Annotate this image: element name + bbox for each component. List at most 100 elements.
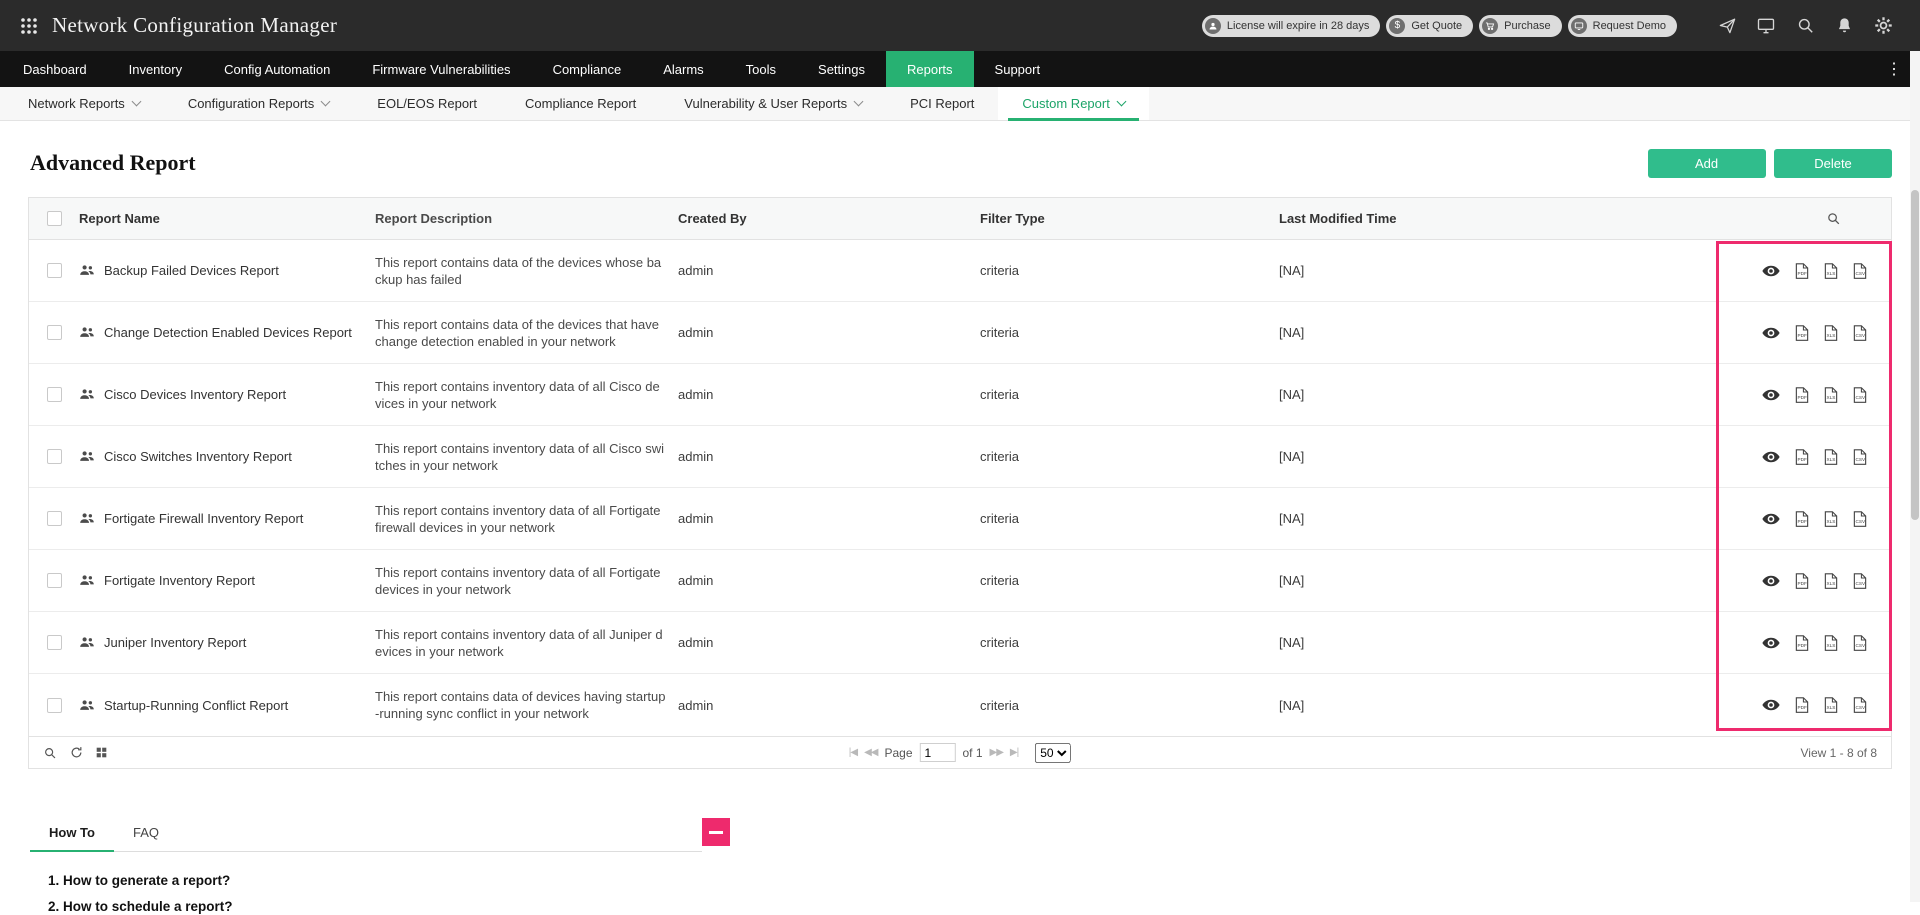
search-icon[interactable] <box>1794 15 1816 37</box>
export-pdf-icon[interactable]: PDF <box>1795 448 1809 465</box>
export-csv-icon[interactable]: CSV <box>1853 386 1867 403</box>
view-report-icon[interactable] <box>1762 327 1780 339</box>
row-checkbox[interactable] <box>46 573 62 588</box>
view-report-icon[interactable] <box>1762 265 1780 277</box>
previous-page-icon[interactable]: ◀◀ <box>864 747 878 758</box>
subnav-compliance-report[interactable]: Compliance Report <box>501 87 660 120</box>
add-button[interactable]: Add <box>1647 148 1766 178</box>
subnav-eol-eos-report[interactable]: EOL/EOS Report <box>353 87 501 120</box>
report-group-icon <box>79 636 95 649</box>
next-page-icon[interactable]: ▶▶ <box>990 747 1004 758</box>
export-xls-icon[interactable]: XLS <box>1824 572 1838 589</box>
tab-faq[interactable]: FAQ <box>114 815 178 851</box>
export-pdf-icon[interactable]: PDF <box>1795 324 1809 341</box>
view-report-icon[interactable] <box>1762 699 1780 711</box>
export-csv-icon[interactable]: CSV <box>1853 697 1867 713</box>
grid-view-icon[interactable] <box>96 747 107 758</box>
row-checkbox[interactable] <box>46 325 62 340</box>
first-page-icon[interactable]: |◀ <box>849 747 858 758</box>
license-expiry-badge[interactable]: License will expire in 28 days <box>1201 14 1381 37</box>
notifications-bell-icon[interactable] <box>1833 15 1855 37</box>
export-pdf-icon[interactable]: PDF <box>1795 697 1809 713</box>
filter-type: criteria <box>980 635 1020 650</box>
get-quote-badge[interactable]: $ Get Quote <box>1386 14 1474 37</box>
report-name-link[interactable]: Cisco Devices Inventory Report <box>104 387 286 402</box>
export-csv-icon[interactable]: CSV <box>1853 324 1867 341</box>
request-demo-badge[interactable]: Request Demo <box>1567 14 1677 37</box>
export-xls-icon[interactable]: XLS <box>1824 448 1838 465</box>
row-checkbox[interactable] <box>46 263 62 278</box>
row-checkbox[interactable] <box>46 387 62 402</box>
vertical-scrollbar[interactable] <box>1910 51 1920 902</box>
refresh-icon[interactable] <box>70 746 83 759</box>
nav-inventory[interactable]: Inventory <box>108 51 203 87</box>
scrollbar-thumb[interactable] <box>1911 190 1919 520</box>
export-csv-icon[interactable]: CSV <box>1853 572 1867 589</box>
export-csv-icon[interactable]: CSV <box>1853 634 1867 651</box>
nav-reports[interactable]: Reports <box>886 51 974 87</box>
export-xls-icon[interactable]: XLS <box>1824 386 1838 403</box>
nav-firmware-vulnerabilities[interactable]: Firmware Vulnerabilities <box>351 51 531 87</box>
view-report-icon[interactable] <box>1762 389 1780 401</box>
footer-search-icon[interactable] <box>43 746 57 760</box>
last-page-icon[interactable]: ▶| <box>1010 747 1019 758</box>
row-checkbox[interactable] <box>46 635 62 650</box>
export-pdf-icon[interactable]: PDF <box>1795 634 1809 651</box>
export-pdf-icon[interactable]: PDF <box>1795 572 1809 589</box>
view-report-icon[interactable] <box>1762 575 1780 587</box>
report-name-link[interactable]: Cisco Switches Inventory Report <box>104 449 292 464</box>
nav-alarms[interactable]: Alarms <box>642 51 724 87</box>
export-xls-icon[interactable]: XLS <box>1824 697 1838 713</box>
report-name-link[interactable]: Change Detection Enabled Devices Report <box>104 325 352 340</box>
purchase-badge[interactable]: Purchase <box>1479 14 1562 37</box>
nav-compliance[interactable]: Compliance <box>532 51 643 87</box>
subnav-network-reports[interactable]: Network Reports <box>4 87 164 120</box>
nav-settings[interactable]: Settings <box>797 51 886 87</box>
view-report-icon[interactable] <box>1762 513 1780 525</box>
report-name-link[interactable]: Juniper Inventory Report <box>104 635 246 650</box>
whats-new-icon[interactable] <box>1716 15 1738 37</box>
nav-dashboard[interactable]: Dashboard <box>2 51 108 87</box>
settings-gear-icon[interactable] <box>1872 15 1894 37</box>
tab-how-to[interactable]: How To <box>30 815 114 852</box>
subnav-custom-report[interactable]: Custom Report <box>998 87 1149 121</box>
export-xls-icon[interactable]: XLS <box>1824 262 1838 279</box>
subnav-configuration-reports[interactable]: Configuration Reports <box>164 87 353 120</box>
row-checkbox[interactable] <box>46 697 62 713</box>
how-to-item[interactable]: 2. How to schedule a report? <box>48 898 1920 915</box>
delete-button[interactable]: Delete <box>1774 148 1892 178</box>
report-name-link[interactable]: Startup-Running Conflict Report <box>104 698 288 713</box>
collapse-help-button[interactable] <box>702 818 730 846</box>
export-csv-icon[interactable]: CSV <box>1853 448 1867 465</box>
subnav-pci-report[interactable]: PCI Report <box>886 87 998 120</box>
nav-config-automation[interactable]: Config Automation <box>203 51 351 87</box>
export-pdf-icon[interactable]: PDF <box>1795 262 1809 279</box>
row-checkbox[interactable] <box>46 449 62 464</box>
export-pdf-icon[interactable]: PDF <box>1795 510 1809 527</box>
report-name-link[interactable]: Fortigate Inventory Report <box>104 573 255 588</box>
report-group-icon <box>79 512 95 525</box>
report-name-link[interactable]: Backup Failed Devices Report <box>104 263 279 278</box>
view-report-icon[interactable] <box>1762 637 1780 649</box>
table-row: Startup-Running Conflict Report This rep… <box>29 674 1891 736</box>
report-name-link[interactable]: Fortigate Firewall Inventory Report <box>104 511 303 526</box>
export-pdf-icon[interactable]: PDF <box>1795 386 1809 403</box>
table-search-icon[interactable] <box>1826 211 1841 226</box>
subnav-vulnerability-user-reports[interactable]: Vulnerability & User Reports <box>660 87 886 120</box>
export-xls-icon[interactable]: XLS <box>1824 324 1838 341</box>
svg-text:PDF: PDF <box>1797 581 1807 586</box>
apps-grid-icon[interactable] <box>20 17 38 35</box>
select-all-checkbox[interactable] <box>46 211 62 226</box>
page-size-select[interactable]: 50 <box>1035 742 1072 763</box>
export-csv-icon[interactable]: CSV <box>1853 510 1867 527</box>
personalized-demo-icon[interactable] <box>1755 15 1777 37</box>
export-csv-icon[interactable]: CSV <box>1853 262 1867 279</box>
how-to-item[interactable]: 1. How to generate a report? <box>48 872 1920 889</box>
page-number-input[interactable] <box>919 743 956 762</box>
row-checkbox[interactable] <box>46 511 62 526</box>
export-xls-icon[interactable]: XLS <box>1824 510 1838 527</box>
export-xls-icon[interactable]: XLS <box>1824 634 1838 651</box>
nav-tools[interactable]: Tools <box>725 51 797 87</box>
nav-support[interactable]: Support <box>974 51 1062 87</box>
view-report-icon[interactable] <box>1762 451 1780 463</box>
